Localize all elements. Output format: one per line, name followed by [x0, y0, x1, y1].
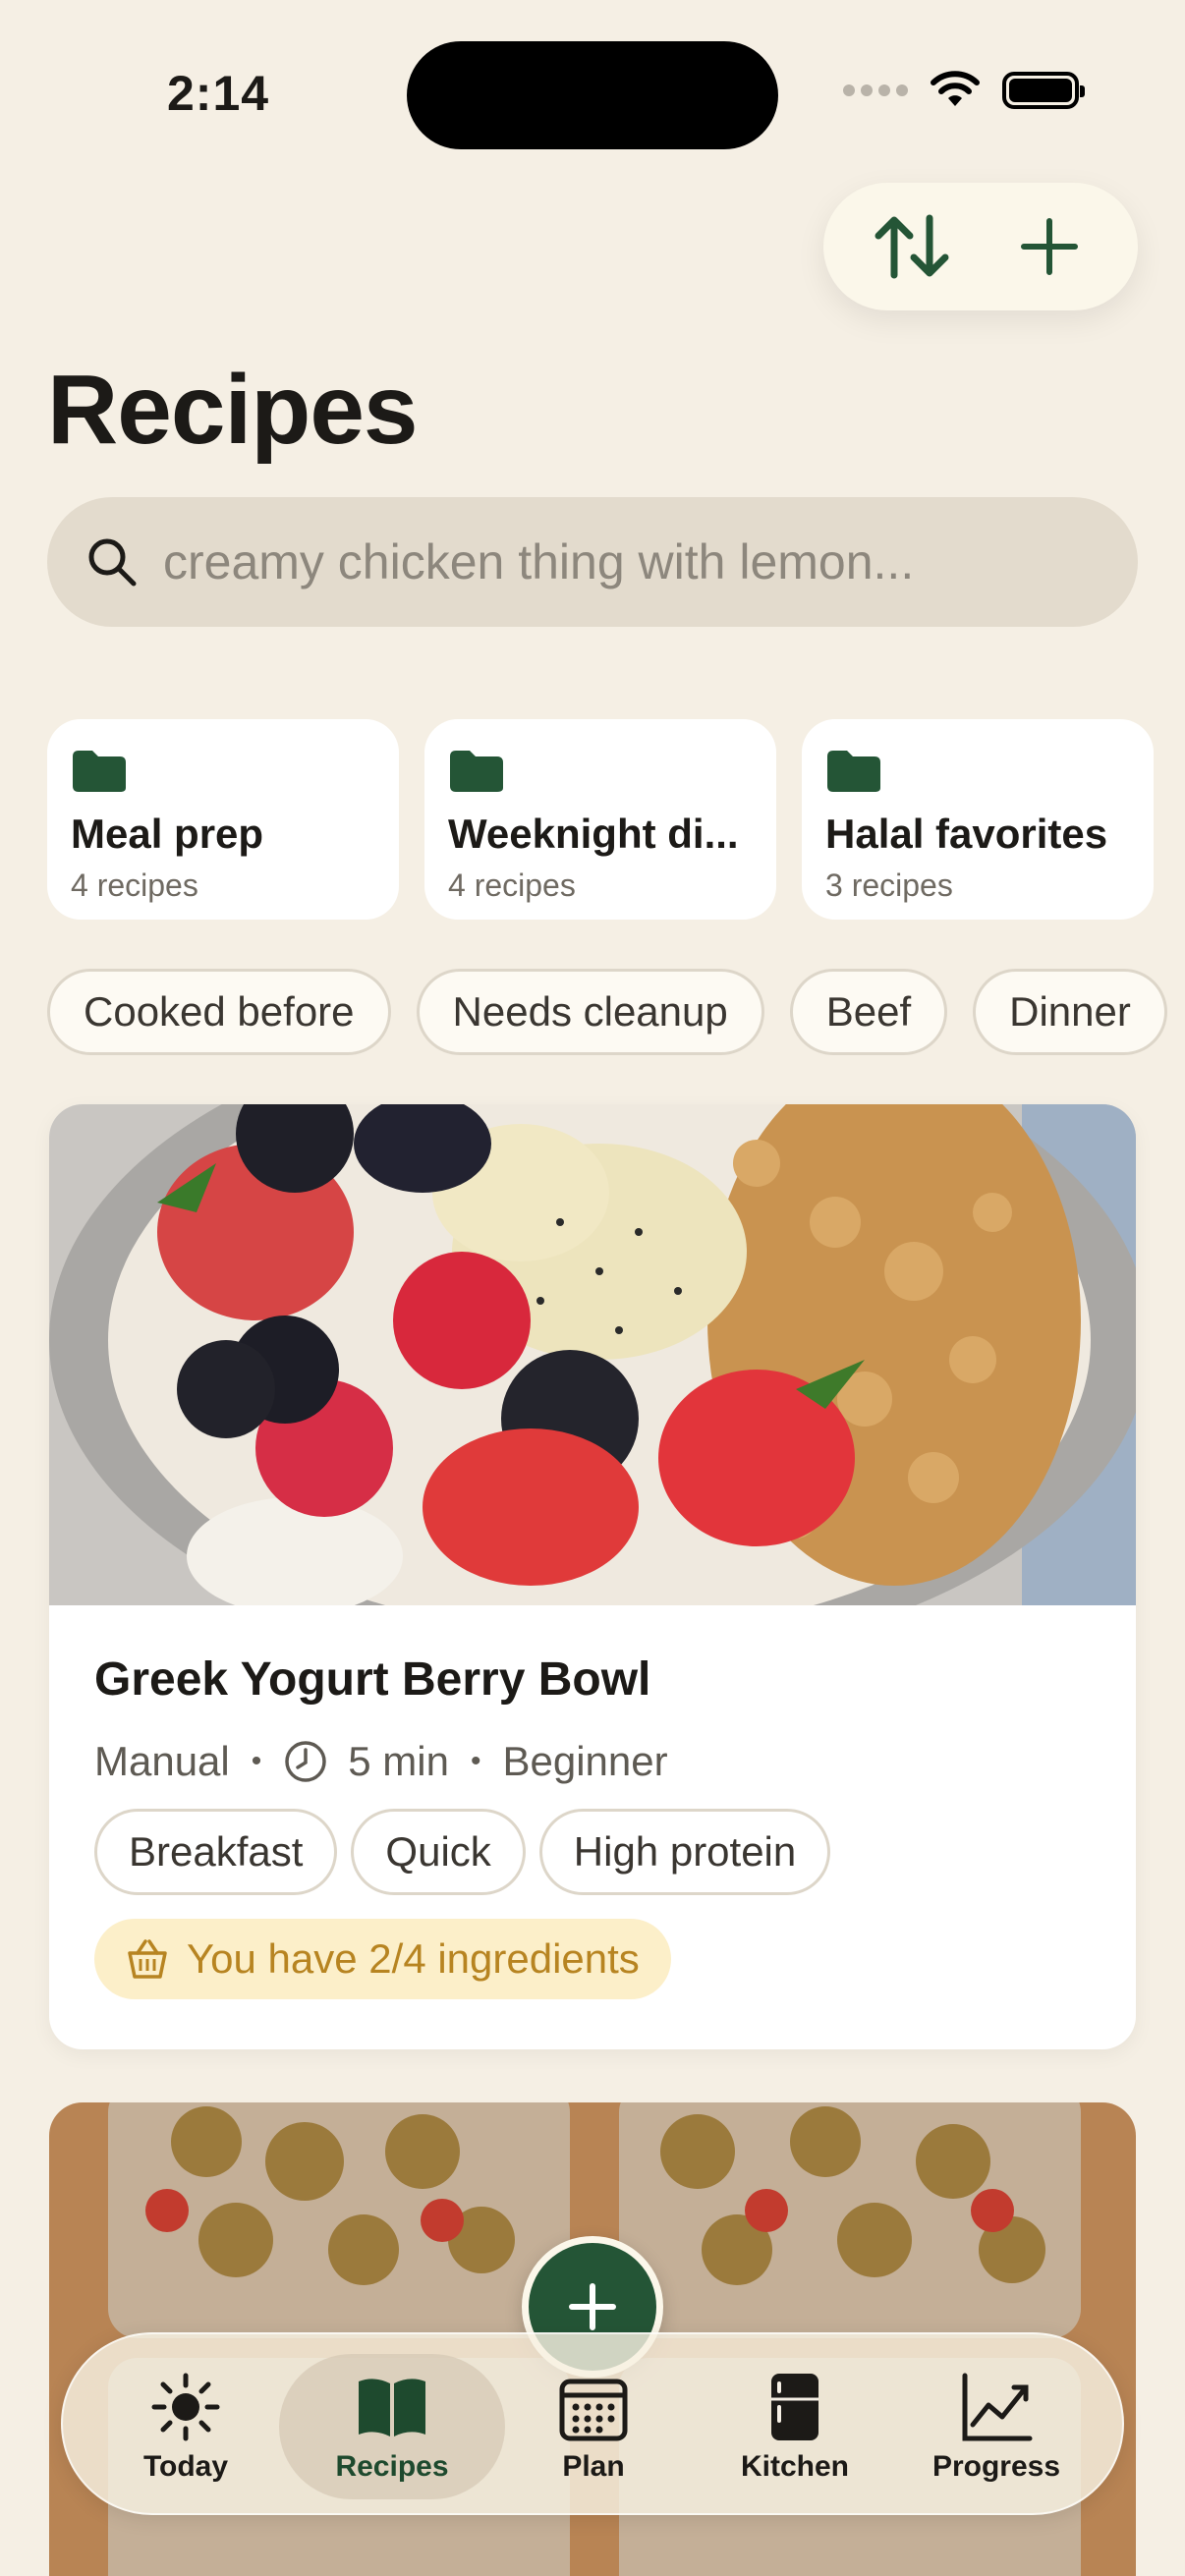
folder-icon	[73, 751, 126, 792]
recipe-photo	[49, 1104, 1136, 1605]
folder-count: 4 recipes	[448, 868, 576, 903]
tab-today[interactable]: Today	[87, 2354, 284, 2499]
tab-label: Progress	[931, 2450, 1061, 2483]
fridge-icon	[771, 2374, 818, 2440]
folder-card-halal[interactable]: Halal favorites 3 recipes	[802, 719, 1154, 920]
sort-arrows-icon	[875, 214, 949, 279]
recipe-tag: Breakfast	[94, 1809, 338, 1895]
folder-icon	[450, 751, 503, 792]
book-icon	[359, 2379, 425, 2436]
recipe-title: Greek Yogurt Berry Bowl	[94, 1653, 651, 1706]
recipe-card[interactable]: Greek Yogurt Berry Bowl Manual • 5 min •…	[49, 1104, 1136, 2049]
filter-chip[interactable]: Needs cleanup	[416, 969, 764, 1055]
plus-icon	[1021, 218, 1078, 275]
filter-chips: Cooked before Needs cleanup Beef Dinner	[47, 969, 1167, 1055]
recipe-card-body: Greek Yogurt Berry Bowl Manual • 5 min •…	[49, 1605, 1136, 1999]
recipe-tag: Quick	[351, 1809, 526, 1895]
tab-progress[interactable]: Progress	[898, 2354, 1095, 2499]
filter-chip[interactable]: Cooked before	[47, 969, 391, 1055]
calendar-icon	[559, 2379, 628, 2441]
page-title: Recipes	[47, 355, 419, 465]
separator-dot: •	[251, 1745, 262, 1777]
status-icons	[843, 71, 1085, 110]
filter-chip[interactable]: Beef	[789, 969, 948, 1055]
bottom-tab-bar: Today Recipes Plan Kitchen Progress	[61, 2332, 1124, 2515]
tab-plan[interactable]: Plan	[495, 2354, 692, 2499]
tab-kitchen[interactable]: Kitchen	[697, 2354, 893, 2499]
folder-card-weeknight[interactable]: Weeknight di... 4 recipes	[424, 719, 776, 920]
ingredients-status-badge: You have 2/4 ingredients	[94, 1919, 671, 1999]
header-actions	[823, 183, 1138, 310]
tab-label: Today	[142, 2450, 229, 2483]
filter-chip[interactable]: Dinner	[973, 969, 1167, 1055]
folder-card-meal-prep[interactable]: Meal prep 4 recipes	[47, 719, 399, 920]
search-bar[interactable]	[47, 497, 1138, 627]
status-time: 2:14	[167, 66, 270, 121]
basket-icon	[128, 1939, 167, 1979]
clock-icon	[285, 1741, 327, 1782]
recipe-time: 5 min	[348, 1738, 449, 1784]
add-recipe-button[interactable]	[995, 193, 1103, 301]
folder-name: Halal favorites	[825, 811, 1108, 857]
recipe-tags: Breakfast Quick High protein	[94, 1809, 1091, 1895]
search-icon	[88, 538, 137, 587]
dynamic-island	[407, 41, 778, 149]
search-input[interactable]	[163, 533, 1138, 590]
separator-dot: •	[470, 1745, 481, 1777]
plus-icon	[569, 2283, 616, 2330]
folder-count: 3 recipes	[825, 868, 953, 903]
chart-icon	[962, 2373, 1033, 2441]
folder-row: Meal prep 4 recipes Weeknight di... 4 re…	[47, 719, 1154, 920]
recipe-tag: High protein	[538, 1809, 831, 1895]
folder-count: 4 recipes	[71, 868, 198, 903]
ingredients-status-text: You have 2/4 ingredients	[187, 1935, 640, 1982]
battery-icon	[1002, 72, 1085, 109]
tab-label: Recipes	[335, 2450, 449, 2483]
sort-button[interactable]	[858, 193, 966, 301]
recipe-meta: Manual • 5 min • Beginner	[94, 1738, 1091, 1785]
tab-label: Plan	[562, 2450, 625, 2483]
recipe-difficulty: Beginner	[502, 1738, 668, 1784]
tab-recipes[interactable]: Recipes	[279, 2354, 505, 2499]
wifi-icon	[931, 71, 980, 106]
cellular-signal-icon	[843, 84, 908, 96]
folder-icon	[827, 751, 880, 792]
sun-icon	[151, 2373, 220, 2441]
tab-label: Kitchen	[740, 2450, 849, 2483]
folder-name: Weeknight di...	[448, 811, 739, 857]
folder-name: Meal prep	[71, 811, 264, 857]
recipe-source: Manual	[94, 1738, 230, 1784]
